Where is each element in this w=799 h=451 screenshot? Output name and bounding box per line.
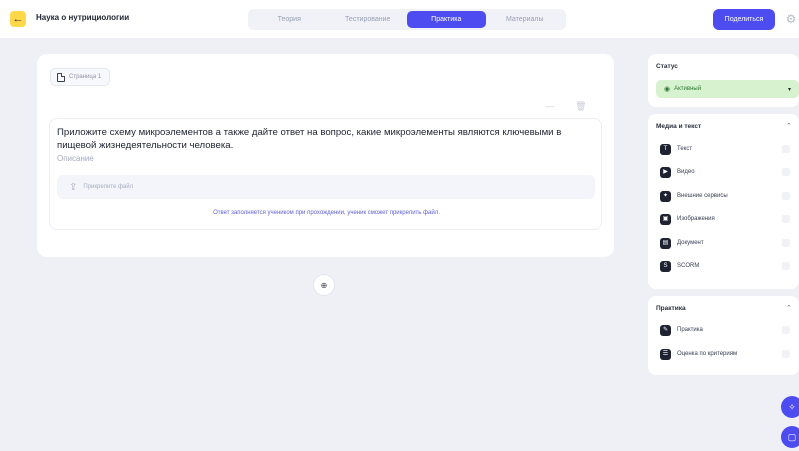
practice-card: Страница 1 — 🗑 Приложите схему микроэлем… (37, 54, 614, 257)
media-item-label: Изображения (677, 216, 715, 222)
document-icon: ▤ (660, 237, 671, 249)
chat-button[interactable]: ▢ (781, 426, 799, 448)
drag-handle[interactable] (782, 145, 790, 153)
text-icon: T (660, 143, 671, 155)
status-select[interactable]: ◉ Активный ▾ (656, 80, 799, 98)
ai-assistant-button[interactable]: ✧ (781, 396, 799, 418)
chevron-up-icon[interactable]: ⌃ (786, 122, 792, 130)
media-item-label: Внешние сервисы (677, 193, 728, 199)
media-item-text[interactable]: T Текст (660, 141, 692, 157)
attach-file-field[interactable]: ⇪ Прикрепите файл (57, 175, 595, 199)
media-title: Медиа и текст (656, 123, 702, 130)
page-chip-label: Страница 1 (69, 74, 102, 80)
add-page-button[interactable]: ⊕ (313, 274, 335, 296)
status-panel: Статус ◉ Активный ▾ (648, 54, 799, 107)
tab-materials[interactable]: Материалы (486, 11, 565, 28)
video-icon: ▶ (660, 166, 671, 178)
media-item-document[interactable]: ▤ Документ (660, 235, 704, 251)
drag-handle[interactable] (782, 262, 790, 270)
media-item-images[interactable]: ▣ Изображения (660, 211, 715, 227)
practice-title: Практика (656, 305, 686, 312)
image-icon: ▣ (660, 213, 671, 225)
media-item-label: Видео (677, 169, 695, 175)
media-panel: Медиа и текст ⌃ T Текст ▶ Видео ✦ Внешни… (648, 114, 799, 289)
scorm-icon: S (660, 260, 671, 272)
settings-gear-icon[interactable]: ⚙ (783, 10, 799, 28)
top-bar: ← Наука о нутрициологии Теория Тестирова… (0, 0, 799, 38)
status-value: Активный (674, 86, 702, 92)
drag-handle[interactable] (782, 215, 790, 223)
page-chip[interactable]: Страница 1 (50, 68, 111, 86)
back-button[interactable]: ← (10, 11, 26, 27)
add-document-icon: ⊕ (320, 280, 328, 290)
criteria-icon: ☰ (660, 348, 671, 360)
practice-panel: Практика ⌃ ✎ Практика ☰ Оценка по критер… (648, 296, 799, 375)
sparkle-icon: ✧ (788, 401, 796, 412)
description-field[interactable]: Описание (57, 154, 94, 163)
media-item-external[interactable]: ✦ Внешние сервисы (660, 188, 728, 204)
media-item-label: Текст (677, 146, 693, 152)
drag-handle[interactable] (782, 168, 790, 176)
minimize-icon[interactable]: — (545, 101, 554, 111)
attach-file-label: Прикрепите файл (83, 184, 134, 190)
drag-handle[interactable] (782, 239, 790, 247)
media-item-label: SCORM (677, 263, 700, 269)
tab-testing[interactable]: Тестирование (329, 11, 408, 28)
trash-icon[interactable]: 🗑 (575, 101, 586, 112)
drag-handle[interactable] (782, 192, 790, 200)
practice-icon: ✎ (660, 324, 671, 336)
media-item-label: Документ (677, 240, 704, 246)
course-title: Наука о нутрициологии (36, 13, 130, 22)
tab-practice[interactable]: Практика (407, 11, 486, 28)
tab-theory[interactable]: Теория (250, 11, 329, 28)
status-title: Статус (656, 63, 678, 70)
practice-item-label: Практика (677, 327, 703, 333)
chevron-up-icon[interactable]: ⌃ (786, 304, 792, 312)
external-services-icon: ✦ (660, 190, 671, 202)
media-item-scorm[interactable]: S SCORM (660, 258, 699, 274)
tab-bar: Теория Тестирование Практика Материалы (248, 9, 566, 30)
hint-text: Ответ заполняется учеником при прохожден… (213, 210, 440, 216)
share-button[interactable]: Поделиться (713, 9, 775, 30)
arrow-left-icon: ← (12, 13, 24, 25)
block-toolbar: — 🗑 (535, 97, 597, 115)
practice-item-practice[interactable]: ✎ Практика (660, 322, 703, 338)
practice-item-criteria[interactable]: ☰ Оценка по критериям (660, 346, 737, 362)
chevron-down-icon: ▾ (787, 86, 791, 93)
drag-handle[interactable] (782, 350, 790, 358)
chat-icon: ▢ (787, 431, 797, 442)
eye-icon: ◉ (664, 86, 671, 93)
task-question[interactable]: Приложите схему микроэлементов а также д… (57, 126, 587, 152)
upload-icon: ⇪ (69, 181, 78, 193)
practice-item-label: Оценка по критериям (677, 351, 738, 357)
page-icon (57, 72, 65, 82)
media-item-video[interactable]: ▶ Видео (660, 164, 695, 180)
drag-handle[interactable] (782, 326, 790, 334)
task-block: Приложите схему микроэлементов а также д… (49, 118, 602, 230)
